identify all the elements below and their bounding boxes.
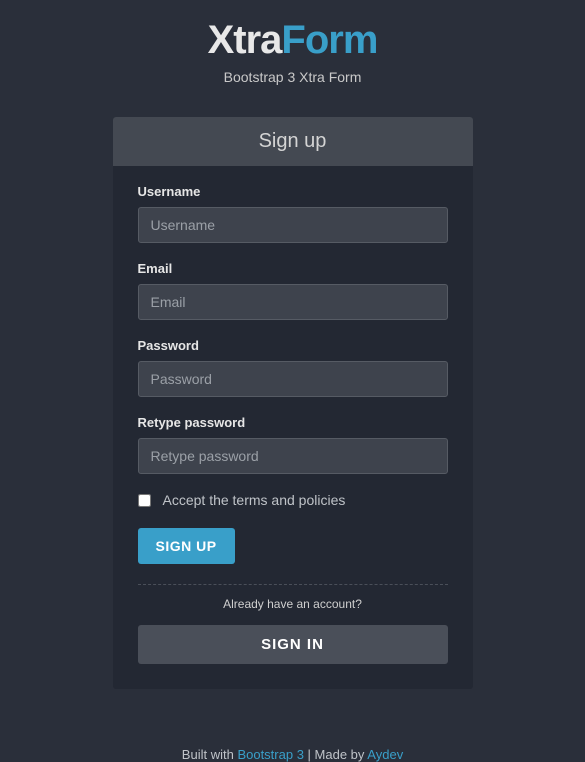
signup-panel: Sign up Username Email Password Retype p…	[113, 117, 473, 689]
divider	[138, 584, 448, 585]
password-group: Password	[138, 338, 448, 397]
bootstrap-link[interactable]: Bootstrap 3	[237, 747, 304, 762]
brand-subtitle: Bootstrap 3 Xtra Form	[208, 69, 378, 85]
author-link[interactable]: Aydev	[367, 747, 403, 762]
brand-header: XtraForm Bootstrap 3 Xtra Form	[208, 18, 378, 85]
terms-checkbox[interactable]	[138, 494, 151, 507]
footer-built: Built with	[182, 747, 238, 762]
terms-label: Accept the terms and policies	[163, 492, 346, 508]
email-input[interactable]	[138, 284, 448, 320]
retype-input[interactable]	[138, 438, 448, 474]
username-label: Username	[138, 184, 448, 199]
already-text: Already have an account?	[138, 597, 448, 611]
terms-row: Accept the terms and policies	[138, 492, 448, 508]
email-label: Email	[138, 261, 448, 276]
panel-body: Username Email Password Retype password …	[113, 166, 473, 689]
password-label: Password	[138, 338, 448, 353]
email-group: Email	[138, 261, 448, 320]
retype-group: Retype password	[138, 415, 448, 474]
username-input[interactable]	[138, 207, 448, 243]
footer-separator: | Made by	[304, 747, 367, 762]
password-input[interactable]	[138, 361, 448, 397]
brand-part1: Xtra	[208, 18, 282, 62]
signup-button[interactable]: SIGN UP	[138, 528, 235, 564]
footer: Built with Bootstrap 3 | Made by Aydev	[182, 747, 403, 762]
page-container: XtraForm Bootstrap 3 Xtra Form Sign up U…	[0, 0, 585, 762]
brand-title: XtraForm	[208, 18, 378, 63]
signin-button[interactable]: SIGN IN	[138, 625, 448, 664]
retype-label: Retype password	[138, 415, 448, 430]
brand-part2: Form	[281, 18, 377, 62]
username-group: Username	[138, 184, 448, 243]
panel-heading: Sign up	[113, 117, 473, 166]
